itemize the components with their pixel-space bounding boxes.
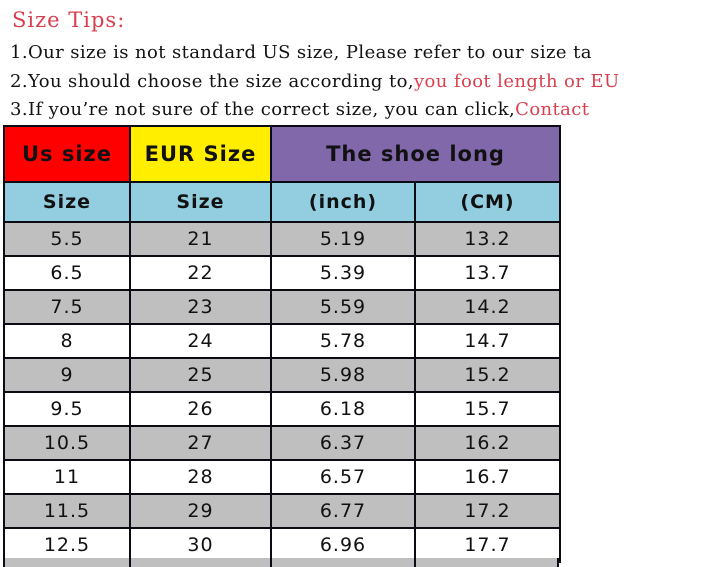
size-chart-body: Us size EUR Size The shoe long Size Size… bbox=[3, 125, 561, 563]
cell-cm: 16.2 bbox=[414, 425, 561, 461]
cell-inch: 6.96 bbox=[270, 527, 416, 563]
size-tip-3-number: 3. bbox=[10, 99, 28, 120]
cell-inch: 6.57 bbox=[270, 459, 416, 495]
size-chart-table: Us size EUR Size The shoe long Size Size… bbox=[3, 125, 561, 563]
table-row: 6.5 22 5.39 13.7 bbox=[3, 255, 561, 291]
size-tip-line-2: 2.You should choose the size according t… bbox=[10, 71, 620, 92]
cell-eur-size: 30 bbox=[129, 527, 272, 563]
header-us-size: Us size bbox=[3, 125, 131, 183]
cell-us-size: 7.5 bbox=[3, 289, 131, 325]
cell-inch: 5.39 bbox=[270, 255, 416, 291]
cell-inch: 5.59 bbox=[270, 289, 416, 325]
cell-inch: 5.98 bbox=[270, 357, 416, 393]
size-tip-2-highlight: you foot length or EU bbox=[413, 71, 620, 92]
table-row: 7.5 23 5.59 14.2 bbox=[3, 289, 561, 325]
cell-cm: 13.2 bbox=[414, 221, 561, 257]
cell-cm: 17.7 bbox=[414, 527, 561, 563]
subheader-inch: (inch) bbox=[270, 181, 416, 223]
cell-eur-size: 24 bbox=[129, 323, 272, 359]
size-tip-2-number: 2. bbox=[10, 71, 28, 92]
table-header-main-row: Us size EUR Size The shoe long bbox=[3, 125, 561, 183]
cell-cm: 17.2 bbox=[414, 493, 561, 529]
size-chart-table-container: Us size EUR Size The shoe long Size Size… bbox=[3, 125, 561, 563]
table-row: 5.5 21 5.19 13.2 bbox=[3, 221, 561, 257]
cell-us-size: 10.5 bbox=[3, 425, 131, 461]
table-row-partial-clipped bbox=[3, 558, 559, 567]
cell-inch: 6.18 bbox=[270, 391, 416, 427]
cell-us-size: 5.5 bbox=[3, 221, 131, 257]
size-tips-title: Size Tips: bbox=[12, 8, 126, 32]
column-divider-2 bbox=[270, 558, 272, 567]
cell-eur-size: 25 bbox=[129, 357, 272, 393]
table-row: 12.5 30 6.96 17.7 bbox=[3, 527, 561, 563]
table-header-sub-row: Size Size (inch) (CM) bbox=[3, 181, 561, 223]
cell-cm: 16.7 bbox=[414, 459, 561, 495]
cell-inch: 5.78 bbox=[270, 323, 416, 359]
cell-cm: 14.7 bbox=[414, 323, 561, 359]
cell-cm: 14.2 bbox=[414, 289, 561, 325]
cell-us-size: 11 bbox=[3, 459, 131, 495]
table-row: 8 24 5.78 14.7 bbox=[3, 323, 561, 359]
cell-us-size: 6.5 bbox=[3, 255, 131, 291]
cell-eur-size: 21 bbox=[129, 221, 272, 257]
cell-eur-size: 29 bbox=[129, 493, 272, 529]
size-tip-1-text: Our size is not standard US size, Please… bbox=[27, 42, 592, 63]
cell-eur-size: 22 bbox=[129, 255, 272, 291]
cell-us-size: 12.5 bbox=[3, 527, 131, 563]
cell-cm: 15.7 bbox=[414, 391, 561, 427]
size-tip-2-text: You should choose the size according to, bbox=[27, 71, 414, 92]
size-tip-3-text: If you’re not sure of the correct size, … bbox=[27, 99, 516, 120]
subheader-eur-size: Size bbox=[129, 181, 272, 223]
cell-us-size: 9.5 bbox=[3, 391, 131, 427]
size-tip-line-1: 1.Our size is not standard US size, Plea… bbox=[10, 42, 592, 63]
cell-cm: 13.7 bbox=[414, 255, 561, 291]
cell-eur-size: 27 bbox=[129, 425, 272, 461]
column-divider-3 bbox=[414, 558, 416, 567]
cell-us-size: 9 bbox=[3, 357, 131, 393]
size-tips-block: Size Tips: 1.Our size is not standard US… bbox=[0, 0, 726, 125]
cell-eur-size: 23 bbox=[129, 289, 272, 325]
cell-us-size: 11.5 bbox=[3, 493, 131, 529]
cell-inch: 5.19 bbox=[270, 221, 416, 257]
column-divider-1 bbox=[129, 558, 131, 567]
table-row: 9.5 26 6.18 15.7 bbox=[3, 391, 561, 427]
cell-inch: 6.37 bbox=[270, 425, 416, 461]
subheader-us-size: Size bbox=[3, 181, 131, 223]
cell-us-size: 8 bbox=[3, 323, 131, 359]
cell-cm: 15.2 bbox=[414, 357, 561, 393]
table-row: 9 25 5.98 15.2 bbox=[3, 357, 561, 393]
table-row: 11.5 29 6.77 17.2 bbox=[3, 493, 561, 529]
table-row: 11 28 6.57 16.7 bbox=[3, 459, 561, 495]
size-tip-1-number: 1. bbox=[10, 42, 28, 63]
table-row: 10.5 27 6.37 16.2 bbox=[3, 425, 561, 461]
size-tip-line-3: 3.If you’re not sure of the correct size… bbox=[10, 99, 589, 120]
header-eur-size: EUR Size bbox=[129, 125, 272, 183]
subheader-cm: (CM) bbox=[414, 181, 561, 223]
cell-inch: 6.77 bbox=[270, 493, 416, 529]
cell-eur-size: 28 bbox=[129, 459, 272, 495]
cell-eur-size: 26 bbox=[129, 391, 272, 427]
size-tip-3-highlight: Contact bbox=[515, 99, 590, 120]
header-shoe-long: The shoe long bbox=[270, 125, 561, 183]
